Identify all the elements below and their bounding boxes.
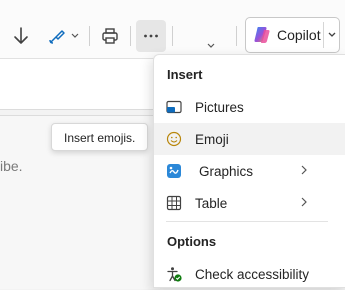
menu-item-graphics[interactable]: Graphics [154,155,345,187]
accessibility-check-icon [167,267,182,282]
tooltip: Insert emojis. [51,123,149,151]
download-button[interactable] [6,20,36,52]
menu-item-label: Emoji [195,131,229,147]
copilot-dropdown-button[interactable] [327,28,337,47]
menu-item-check-accessibility[interactable]: Check accessibility [154,258,345,290]
chevron-right-icon [301,197,307,207]
toolbar-divider [89,26,90,46]
toolbar-divider [236,26,237,46]
copilot-icon [254,27,270,43]
copilot-label: Copilot [277,27,321,43]
graphics-icon [167,164,181,178]
copilot-split-divider [323,22,324,48]
copilot-button[interactable]: Copilot [245,17,340,53]
print-button[interactable] [96,20,124,52]
menu-item-label: Table [195,195,228,211]
paint-brush-icon [48,30,65,44]
toolbar-divider [130,26,131,46]
copilot-main[interactable]: Copilot [246,18,321,52]
menu-item-label: Graphics [199,163,254,179]
chevron-right-icon [301,165,307,175]
chevron-down-icon [328,32,336,37]
printer-icon [102,28,118,44]
document-text-snippet: ibe. [0,158,23,174]
toolbar-divider [172,26,173,46]
menu-item-pictures[interactable]: Pictures [154,91,345,123]
toolbar: Copilot [0,0,345,59]
menu-header-options: Options [167,234,217,249]
more-horizontal-icon [144,34,158,38]
insert-options-menu: Insert Pictures Emoji Graphics Table Opt… [153,54,345,288]
menu-item-label: Check accessibility [195,266,310,282]
more-options-button[interactable] [136,20,166,52]
emoji-icon [166,131,182,147]
table-icon [166,195,182,211]
picture-icon [166,100,182,114]
menu-item-emoji[interactable]: Emoji [154,123,345,155]
menu-item-label: Pictures [195,99,244,115]
arrow-down-icon [14,27,28,44]
format-painter-button[interactable] [44,20,82,52]
menu-item-table[interactable]: Table [154,187,345,219]
menu-header-insert: Insert [167,67,203,82]
document-header-area [0,59,160,110]
chevron-down-icon [207,43,215,48]
menu-divider [166,221,328,222]
chevron-down-icon [71,33,78,38]
